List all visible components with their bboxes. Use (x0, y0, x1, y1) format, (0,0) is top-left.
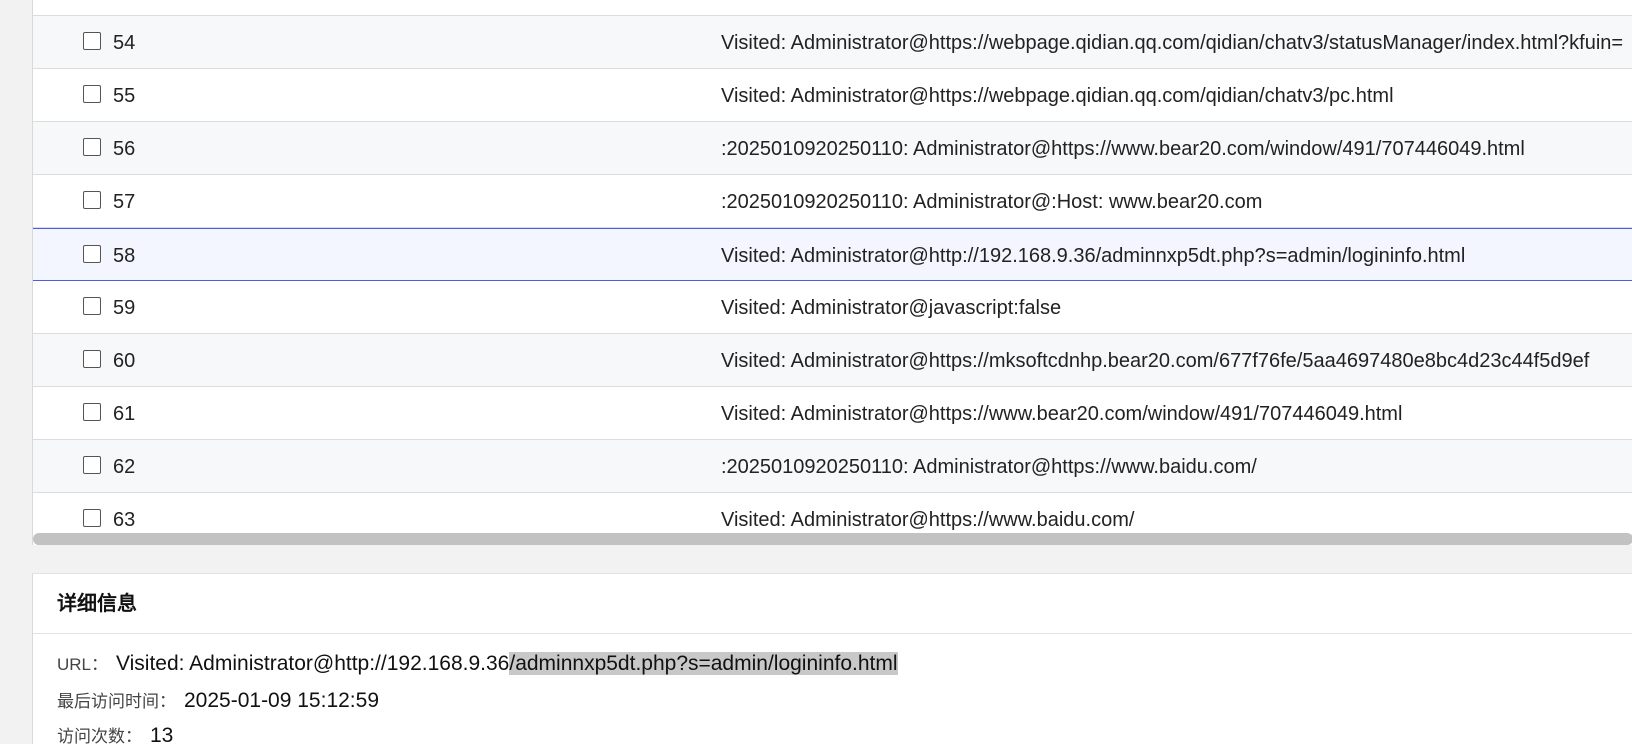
history-table-body: 53 Visited: Administrator@https://webpage… (33, 0, 1632, 545)
row-checkbox[interactable] (83, 191, 101, 209)
table-row[interactable]: 60 Visited: Administrator@https://mksoftc… (33, 334, 1632, 387)
row-url: Visited: Administrator@https://webpage.q… (721, 32, 1624, 54)
row-checkbox[interactable] (83, 32, 101, 50)
table-row[interactable]: 57 :2025010920250110: Administrator@:Host… (33, 175, 1632, 228)
detail-url-value-text: Visited: Administrator@http://192.168.9.… (116, 652, 510, 675)
horizontal-scrollbar[interactable] (33, 533, 1632, 545)
history-table: 53 Visited: Administrator@https://webpage… (32, 0, 1632, 545)
detail-last-visit-value: 2025-01-09 15:12:59 (184, 689, 379, 712)
row-index: 62 (113, 456, 136, 478)
detail-panel: 详细信息 URL： Visited: Administrator@http://1… (32, 573, 1632, 744)
row-url: Visited: Administrator@http://192.168.9.… (721, 245, 1466, 267)
detail-visit-count-value: 13 (150, 724, 174, 744)
row-index: 54 (113, 32, 136, 54)
row-index: 58 (113, 245, 136, 267)
detail-last-visit-field: 最后访问时间： 2025-01-09 15:12:59 (57, 687, 379, 713)
row-url: Visited: Administrator@https://www.baidu… (721, 509, 1135, 531)
row-index: 59 (113, 297, 136, 319)
row-checkbox[interactable] (83, 245, 101, 263)
detail-visit-count-field: 访问次数： 13 (57, 722, 173, 744)
row-checkbox[interactable] (83, 456, 101, 474)
row-index: 63 (113, 509, 136, 531)
row-index: 56 (113, 138, 136, 160)
row-checkbox[interactable] (83, 85, 101, 103)
detail-url-field: URL： Visited: Administrator@http://192.16… (57, 650, 898, 676)
detail-header: 详细信息 (33, 574, 1632, 634)
row-url: :2025010920250110: Administrator@https:/… (721, 456, 1257, 478)
horizontal-scrollbar-thumb[interactable] (33, 533, 1632, 545)
table-row[interactable]: 55 Visited: Administrator@https://webpage… (33, 69, 1632, 122)
table-row-selected[interactable]: 58 Visited: Administrator@http://192.168.… (33, 228, 1632, 281)
table-row[interactable]: 56 :2025010920250110: Administrator@https… (33, 122, 1632, 175)
row-checkbox[interactable] (83, 297, 101, 315)
detail-url-selected-text: /adminnxp5dt.php?s=admin/logininfo.html (509, 652, 898, 675)
detail-last-visit-label: 最后访问时间： (57, 692, 176, 711)
row-url: Visited: Administrator@javascript:false (721, 297, 1062, 319)
row-checkbox[interactable] (83, 403, 101, 421)
row-index: 53 (113, 0, 135, 1)
detail-visit-count-label: 访问次数： (57, 727, 142, 744)
row-checkbox[interactable] (83, 350, 101, 368)
table-row[interactable]: 59 Visited: Administrator@javascript:fals… (33, 281, 1632, 334)
row-index: 61 (113, 403, 136, 425)
detail-url-value[interactable]: Visited: Administrator@http://192.168.9.… (116, 652, 898, 675)
table-row[interactable]: 54 Visited: Administrator@https://webpage… (33, 16, 1632, 69)
table-row[interactable]: 62 :2025010920250110: Administrator@https… (33, 440, 1632, 493)
table-row[interactable]: 53 Visited: Administrator@https://webpage… (33, 0, 1632, 16)
row-index: 57 (113, 191, 136, 213)
detail-url-label: URL： (57, 655, 109, 674)
row-url: Visited: Administrator@https://mksoftcdn… (721, 350, 1590, 372)
row-url: Visited: Administrator@https://webpage.q… (721, 85, 1394, 107)
detail-title: 详细信息 (57, 593, 137, 615)
row-url: Visited: Administrator@https://webpage.q… (721, 0, 1623, 1)
row-index: 60 (113, 350, 136, 372)
row-url: Visited: Administrator@https://www.bear2… (721, 403, 1403, 425)
row-url: :2025010920250110: Administrator@:Host: … (721, 191, 1263, 213)
row-checkbox[interactable] (83, 138, 101, 156)
table-row[interactable]: 61 Visited: Administrator@https://www.bea… (33, 387, 1632, 440)
row-url: :2025010920250110: Administrator@https:/… (721, 138, 1525, 160)
row-index: 55 (113, 85, 136, 107)
row-checkbox[interactable] (83, 509, 101, 527)
